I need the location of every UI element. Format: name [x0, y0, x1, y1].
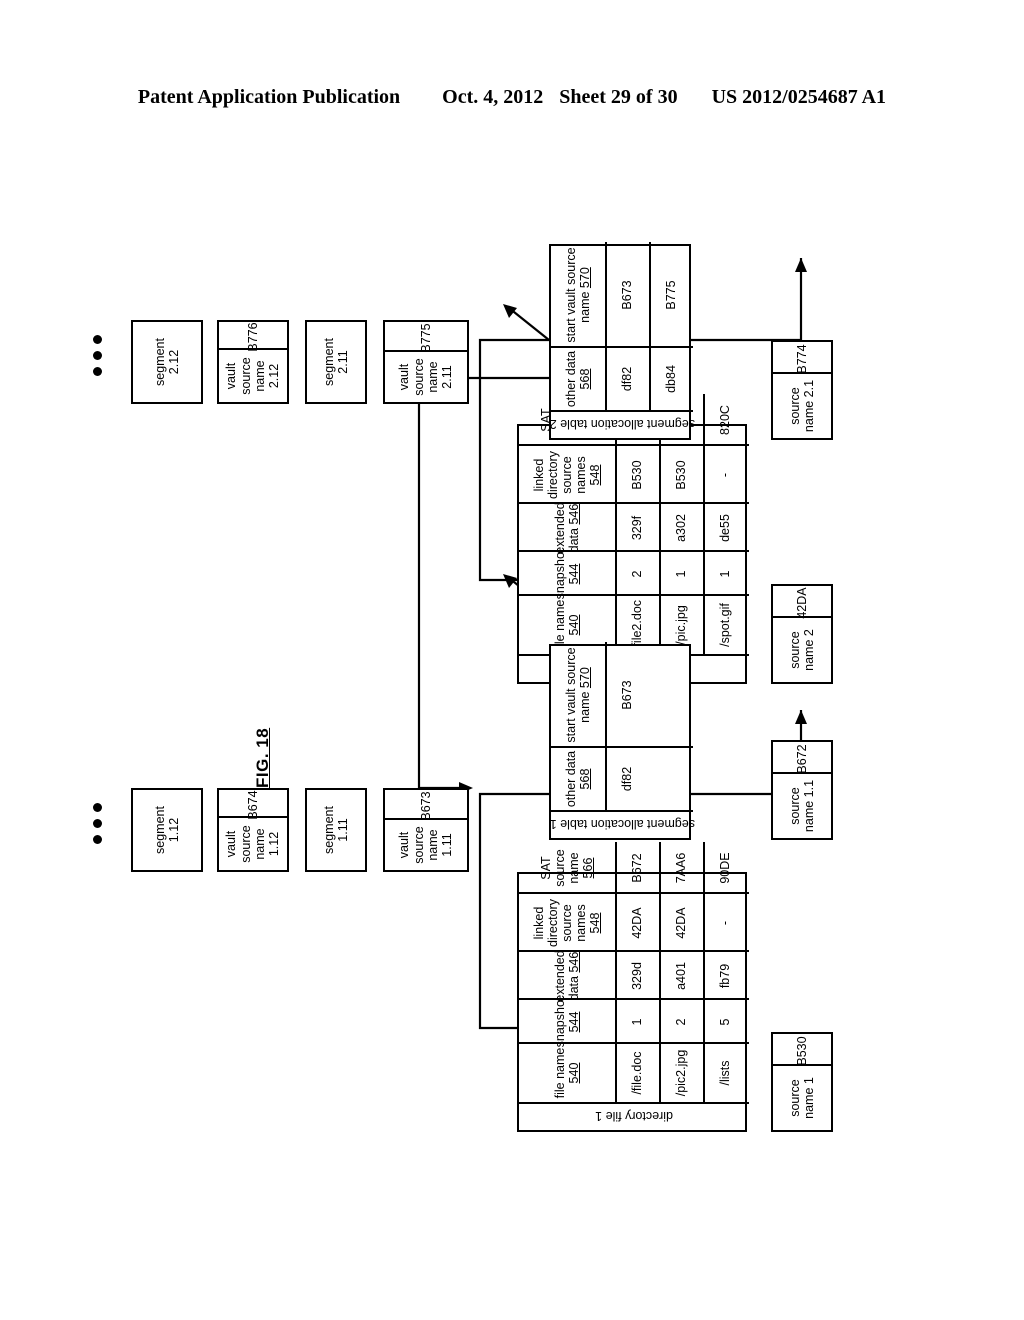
vault-source-name-1-11-box: vault source name 1.11 B673 [383, 788, 469, 872]
segment-2-11-box: segment 2.11 [305, 320, 367, 404]
source-name-2-1-label: source name 2.1 [787, 379, 816, 433]
source-name-2-1-box: source name 2.1 B774 [771, 340, 833, 440]
vault-source-name-1-12-value: B674 [246, 790, 260, 820]
directory-file-2-cell-r2-c4: 820C [718, 405, 732, 435]
vault-source-name-2-11-value: B775 [419, 323, 433, 353]
directory-file-1-cell-r2-c3: - [718, 920, 732, 926]
vault-source-name-2-12-value: B776 [246, 322, 260, 352]
directory-file-1-header-4: SAT source name 566 [539, 849, 595, 887]
arrowhead-sourcename11 [795, 710, 807, 724]
directory-file-1-cell-r0-c1: 1 [630, 1018, 644, 1026]
directory-file-1-cell-r0-c3: 42DA [630, 907, 644, 939]
directory-file-2-cell-r1-c2: a302 [674, 514, 688, 542]
source-name-1-box: source name 1 B530 [771, 1032, 833, 1132]
vault-source-name-1-12-label: vault source name 1.12 [224, 825, 282, 863]
vault-source-name-2-11-box: vault source name 2.11 B775 [383, 320, 469, 404]
directory-file-2-cell-r0-c1: 2 [630, 570, 644, 578]
segment-allocation-table-2-cell-r0-c1: B673 [620, 280, 634, 310]
directory-file-2-cell-r1-c3: B530 [674, 460, 688, 490]
vault-source-name-1-11-label: vault source name 1.11 [397, 826, 455, 864]
source-name-2-box: source name 2 42DA [771, 584, 833, 684]
vault-source-name-2-12-label: vault source name 2.12 [224, 357, 282, 395]
directory-file-1-header-0: file name 540 [553, 1047, 581, 1099]
directory-file-2-cell-r2-c2: de55 [718, 514, 732, 542]
directory-file-2-cell-r1-c1: 1 [674, 570, 688, 578]
vault-source-name-1-11-value: B673 [419, 791, 433, 821]
directory-file-1-cell-r1-c4: 7AA6 [674, 852, 688, 884]
directory-file-1-cell-r2-c1: 5 [718, 1018, 732, 1026]
connector-sat2-to-vault211 [508, 307, 550, 341]
directory-file-2-cell-r0-c2: 329f [630, 515, 644, 541]
segment-allocation-table-1: segment allocation table 1 other data 56… [549, 642, 695, 840]
publication-date: Oct. 4, 2012 [442, 86, 544, 108]
directory-file-1-cell-r2-c2: fb79 [718, 963, 732, 989]
segment-1-11-box: segment 1.11 [305, 788, 367, 872]
segment-allocation-table-2-cell-r1-c0: db84 [664, 365, 678, 393]
segment-allocation-table-2-cell-r0-c0: df82 [620, 366, 634, 392]
directory-file-2-cell-r2-c0: /spot.gif [718, 603, 732, 647]
source-name-2-label: source name 2 [787, 629, 816, 671]
directory-file-1-header-2: extended data 546 [553, 950, 581, 1002]
segment-allocation-table-1-cell-r0-c1: B673 [620, 680, 634, 710]
segment-allocation-table-2-header-1: start vault source name 570 [564, 247, 592, 343]
segment-allocation-table-2-title: segment allocation table 2 [549, 417, 695, 431]
directory-file-2-header-1: snapshot 544 [553, 548, 581, 600]
directory-file-2-cell-r0-c3: B530 [630, 460, 644, 490]
figure-18-canvas: FIG. 18 source name 1 B530 directory file… [93, 220, 865, 1140]
directory-file-1-table: directory file 1 file name 540/file.doc /… [517, 842, 749, 1132]
segment-allocation-table-1-cell-r0-c0: df82 [620, 766, 634, 792]
vault-source-name-1-12-box: vault source name 1.12 B674 [217, 788, 289, 872]
arrowhead-sourcename21 [795, 258, 807, 272]
directory-file-1-header-1: snapshot 544 [553, 996, 581, 1048]
source-name-1-1-label: source name 1.1 [787, 779, 816, 833]
directory-file-1-cell-r1-c3: 42DA [674, 907, 688, 939]
patent-number: US 2012/0254687 A1 [711, 86, 887, 108]
source-name-2-1-value: B774 [795, 344, 809, 374]
directory-file-2-header-2: extended data 546 [553, 502, 581, 554]
directory-file-1-title: directory file 1 [595, 1109, 673, 1123]
vault-source-name-2-12-box: vault source name 2.12 B776 [217, 320, 289, 404]
directory-file-2-cell-r2-c3: - [718, 472, 732, 478]
source-name-1-value: B530 [795, 1036, 809, 1066]
segment-allocation-table-1-title: segment allocation table 1 [549, 817, 695, 831]
sheet-number: Sheet 29 of 30 [559, 86, 678, 108]
vault-source-name-2-11-label: vault source name 2.11 [397, 358, 455, 396]
segment-allocation-table-1-header-0: other data 568 [564, 750, 592, 808]
arrowhead-vault211 [503, 304, 517, 318]
directory-file-1-cell-r1-c2: a401 [674, 962, 688, 990]
segment-1-12-box: segment 1.12 [131, 788, 203, 872]
figure-label: FIG. 18 [253, 727, 272, 788]
directory-file-1-cell-r0-c0: /file.doc [630, 1051, 644, 1095]
page-header: Patent Application Publication Oct. 4, 2… [0, 86, 1024, 109]
segment-allocation-table-2-cell-r1-c1: B775 [664, 280, 678, 310]
segment-allocation-table-1-header-1: start vault source name 570 [564, 647, 592, 743]
directory-file-1-cell-r2-c0: /lists [718, 1060, 732, 1086]
segment-2-12-box: segment 2.12 [131, 320, 203, 404]
directory-file-1-header-3: linked directory source names 548 [532, 899, 602, 947]
publication-title: Patent Application Publication [137, 86, 401, 108]
directory-file-1-cell-r0-c4: B672 [630, 853, 644, 883]
source-name-1-label: source name 1 [787, 1077, 816, 1119]
directory-file-2-header-3: linked directory source names 548 [532, 451, 602, 499]
chain-1-ellipsis [93, 803, 102, 844]
segment-allocation-table-2-header-0: other data 568 [564, 350, 592, 408]
source-name-1-1-box: source name 1.1 B672 [771, 740, 833, 840]
directory-file-2-cell-r2-c1: 1 [718, 570, 732, 578]
directory-file-1-cell-r0-c2: 329d [630, 962, 644, 990]
directory-file-1-cell-r1-c0: /pic2.jpg [674, 1049, 688, 1097]
directory-file-1-cell-r2-c4: 90DE [718, 852, 732, 884]
directory-file-1-cell-r1-c1: 2 [674, 1018, 688, 1026]
segment-allocation-table-2: segment allocation table 2 other data 56… [549, 242, 695, 440]
chain-2-ellipsis [93, 335, 102, 376]
source-name-1-1-value: B672 [795, 744, 809, 774]
source-name-2-value: 42DA [795, 587, 809, 619]
